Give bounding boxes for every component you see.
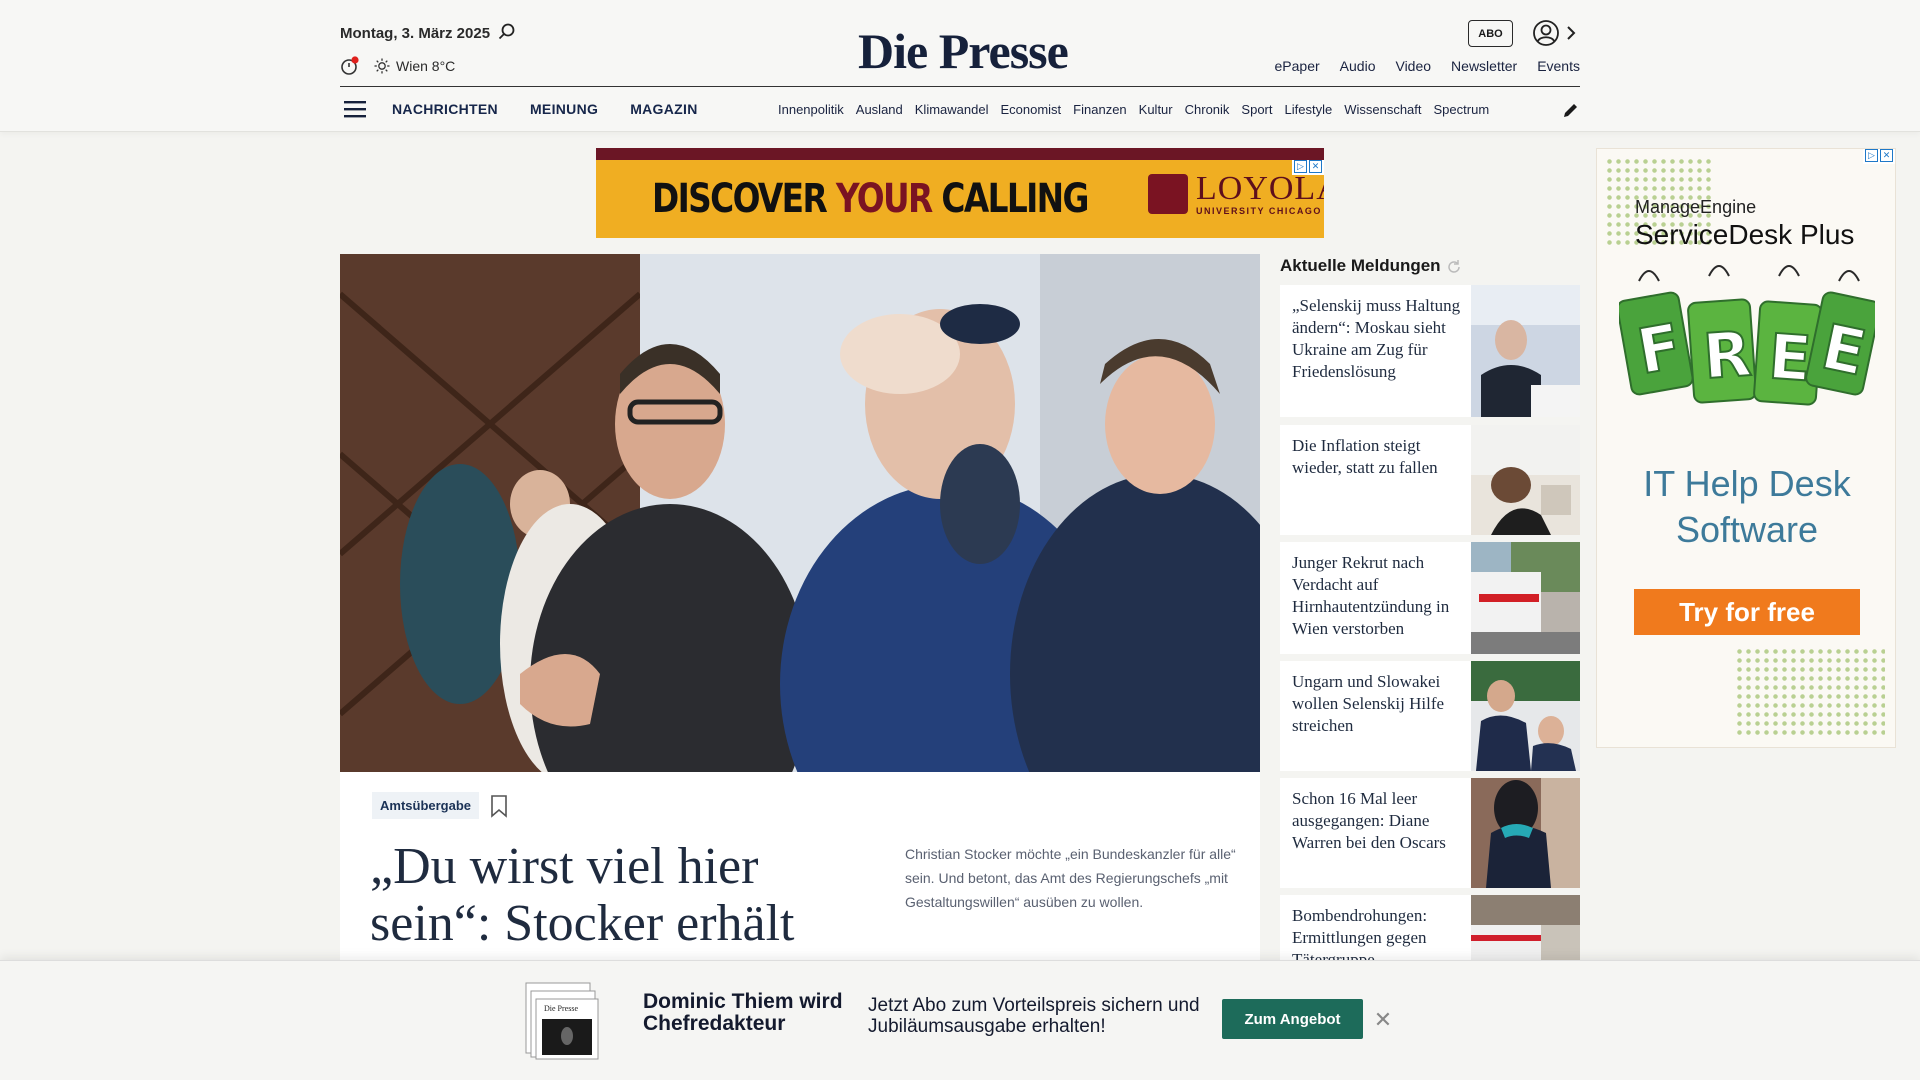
nav-finanzen[interactable]: Finanzen [1073,102,1126,117]
svg-text:Die Presse: Die Presse [544,1004,578,1013]
hero-image[interactable] [340,254,1260,772]
news-item-title: Ungarn und Slowakei wollen Selenskij Hil… [1292,672,1445,735]
ad-choices[interactable]: ▷ ✕ [1292,160,1324,175]
user-account-icon[interactable] [1532,19,1560,47]
news-item-title: Junger Rekrut nach Verdacht auf Hirnhaut… [1292,553,1450,638]
sun-icon [374,58,390,74]
header-divider [340,86,1580,87]
article-headline[interactable]: „Du wirst viel hier sein“: Stocker erhäl… [370,838,840,952]
promo-text: Jetzt Abo zum Vorteilspreis sichern und … [868,995,1200,1037]
close-icon[interactable]: ✕ [1372,1009,1394,1031]
clock-icon[interactable] [340,56,360,76]
news-item-title: Schon 16 Mal leer ausgegangen: Diane War… [1292,789,1446,852]
nav-kultur[interactable]: Kultur [1139,102,1173,117]
nav-ausland[interactable]: Ausland [856,102,903,117]
article-tag[interactable]: Amtsübergabe [372,792,480,819]
ad-close-icon[interactable]: ✕ [1880,149,1893,162]
news-item[interactable]: Die Inflation steigt wieder, statt zu fa… [1280,425,1580,535]
news-item[interactable]: Schon 16 Mal leer ausgegangen: Diane War… [1280,778,1580,888]
news-item[interactable]: Bombendrohungen: Ermittlungen gegen Täte… [1280,895,1580,965]
ad-brand-sub: UNIVERSITY CHICAGO [1196,206,1322,216]
news-item[interactable]: „Selenskij muss Haltung ändern“: Moskau … [1280,285,1580,417]
abo-button[interactable]: ABO [1468,20,1513,47]
news-thumbnail [1471,661,1580,771]
newspaper-stack-icon: Die Presse [525,982,599,1060]
ad-choices[interactable]: ▷ ✕ [1863,149,1895,164]
link-events[interactable]: Events [1537,58,1580,74]
free-tags-graphic: F R E E [1619,265,1875,406]
news-item[interactable]: Ungarn und Slowakei wollen Selenskij Hil… [1280,661,1580,771]
hamburger-menu-icon[interactable] [344,100,366,118]
news-thumbnail [1471,285,1580,417]
current-date: Montag, 3. März 2025 [340,25,491,42]
nav-wissenschaft[interactable]: Wissenschaft [1344,102,1421,117]
nav-magazin[interactable]: MAGAZIN [630,101,697,117]
promo-title: Dominic Thiem wird Chefredakteur [643,990,843,1035]
section-nav: Innenpolitik Ausland Klimawandel Economi… [778,102,1542,117]
news-item-title: Bombendrohungen: Ermittlungen gegen Täte… [1292,906,1428,965]
news-section-title: Aktuelle Meldungen [1280,256,1461,276]
news-thumbnail [1471,425,1580,535]
refresh-icon[interactable] [1447,259,1461,273]
nav-spectrum[interactable]: Spectrum [1434,102,1490,117]
nav-nachrichten[interactable]: NACHRICHTEN [392,101,498,117]
ad-slogan: DISCOVER YOUR CALLING [652,176,1089,222]
news-thumbnail [1471,542,1580,654]
ad-vendor: ManageEngine [1635,197,1757,217]
search-icon[interactable] [497,22,517,42]
bookmark-icon[interactable] [490,794,508,818]
adchoices-icon[interactable]: ▷ [1865,149,1878,162]
link-video[interactable]: Video [1395,58,1431,74]
adchoices-icon[interactable]: ▷ [1294,160,1307,173]
nav-sport[interactable]: Sport [1241,102,1272,117]
ad-brand: LOYOLA UNIVERSITY CHICAGO [1148,172,1324,216]
link-audio[interactable]: Audio [1340,58,1376,74]
top-links: ePaper Audio Video Newsletter Events [1275,58,1580,74]
news-item-title: Die Inflation steigt wieder, statt zu fa… [1292,436,1438,477]
weather-text: Wien 8°C [396,58,456,74]
site-header: Montag, 3. März 2025 Wien 8°C Die Presse… [0,0,1920,132]
nav-economist[interactable]: Economist [1000,102,1061,117]
ad-pattern [1735,647,1885,737]
top-banner-ad[interactable]: DISCOVER YOUR CALLING LOYOLA UNIVERSITY … [596,148,1324,238]
ad-product: ServiceDesk Plus [1635,219,1855,250]
nav-meinung[interactable]: MEINUNG [530,101,598,117]
svg-text:E: E [1766,320,1813,396]
link-newsletter[interactable]: Newsletter [1451,58,1517,74]
sidebar-ad[interactable]: ▷ ✕ ManageEngine ServiceDesk Plus F R E … [1596,148,1896,748]
news-title-text: Aktuelle Meldungen [1280,256,1441,275]
zum-angebot-button[interactable]: Zum Angebot [1222,999,1363,1039]
main-nav: NACHRICHTEN MEINUNG MAGAZIN [392,101,698,117]
article-teaser: Christian Stocker möchte „ein Bundeskanz… [905,846,1236,910]
news-item-title: „Selenskij muss Haltung ändern“: Moskau … [1292,296,1461,381]
ad-close-icon[interactable]: ✕ [1309,160,1322,173]
nav-klimawandel[interactable]: Klimawandel [915,102,989,117]
ad-cta-button[interactable]: Try for free [1634,589,1860,635]
hero-photo-illustration [340,254,1260,772]
chevron-right-icon[interactable] [1564,24,1578,42]
nav-innenpolitik[interactable]: Innenpolitik [778,102,844,117]
news-thumbnail [1471,778,1580,888]
nav-fade [1500,96,1544,126]
site-logo[interactable]: Die Presse [858,22,1069,80]
nav-chronik[interactable]: Chronik [1185,102,1230,117]
weather-widget[interactable]: Wien 8°C [374,58,455,74]
svg-text:R: R [1701,317,1754,393]
news-thumbnail [1471,895,1580,965]
ad-headline: IT Help Desk Software [1643,463,1851,550]
nav-lifestyle[interactable]: Lifestyle [1285,102,1333,117]
pencil-icon[interactable] [1562,101,1580,119]
ad-brand-name: LOYOLA [1196,170,1324,207]
crest-icon [1148,174,1188,214]
link-epaper[interactable]: ePaper [1275,58,1320,74]
news-item[interactable]: Junger Rekrut nach Verdacht auf Hirnhaut… [1280,542,1580,654]
subscription-banner: Die Presse Dominic Thiem wird Chefredakt… [0,960,1920,1080]
